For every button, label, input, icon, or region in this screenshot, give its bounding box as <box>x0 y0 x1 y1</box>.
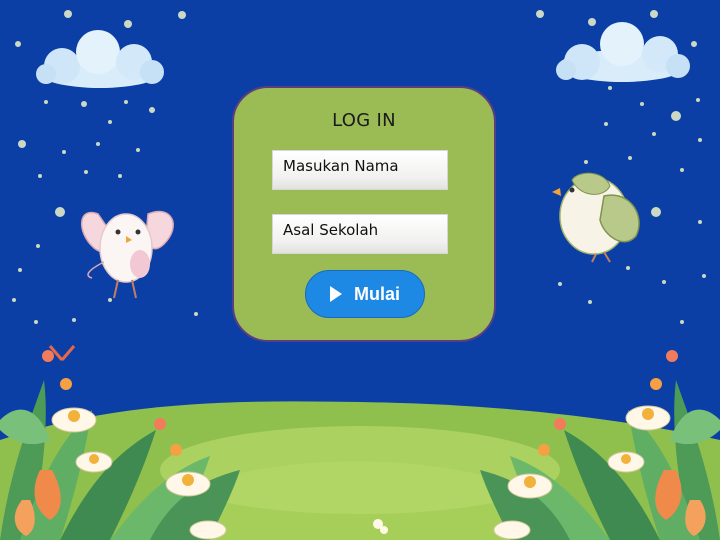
school-input[interactable]: Asal Sekolah <box>272 214 448 254</box>
login-card: LOG IN Masukan Nama Asal Sekolah Mulai <box>232 86 496 342</box>
login-title: LOG IN <box>332 110 396 131</box>
play-icon <box>329 286 342 302</box>
start-button[interactable]: Mulai <box>305 270 425 318</box>
start-label: Mulai <box>353 283 400 304</box>
name-input[interactable]: Masukan Nama <box>272 150 448 190</box>
